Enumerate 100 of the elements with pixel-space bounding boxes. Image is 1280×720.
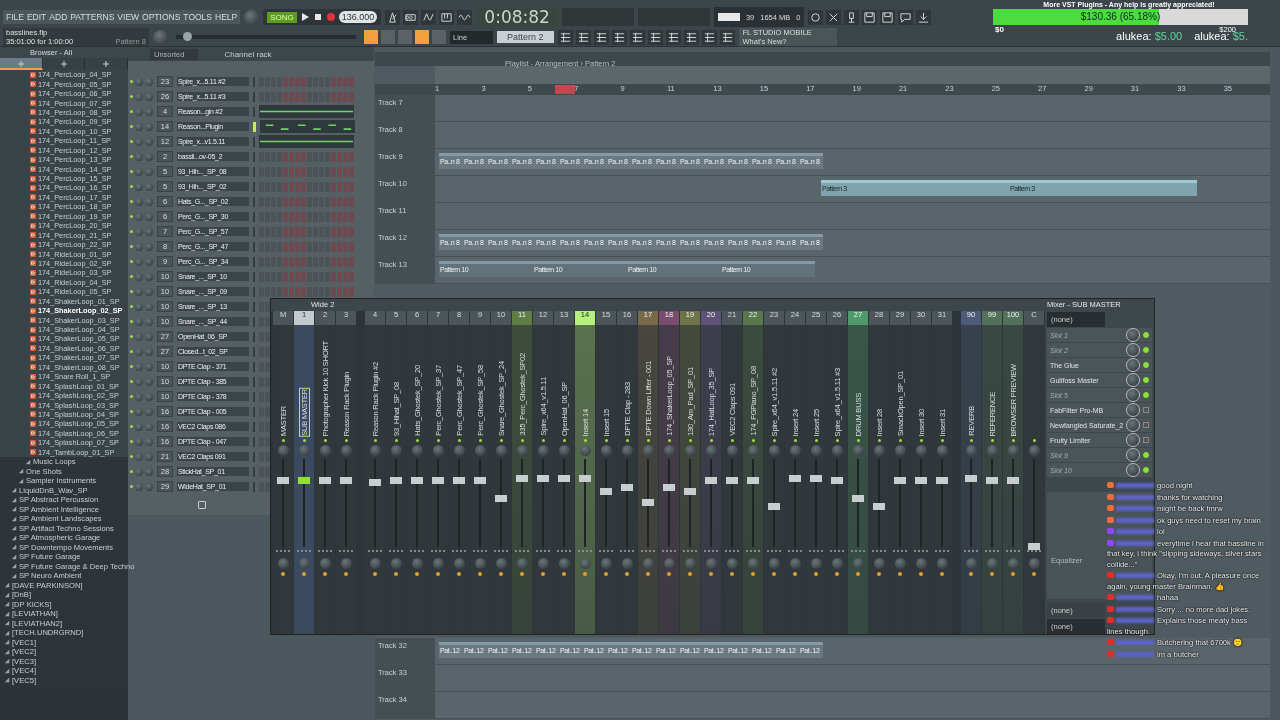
mixer-track-led[interactable] xyxy=(604,439,608,442)
step-button[interactable] xyxy=(265,406,270,417)
mixer-track-led[interactable] xyxy=(323,439,327,442)
slot-enable-led[interactable] xyxy=(1143,332,1150,338)
stereo-link-dots[interactable] xyxy=(725,550,739,555)
mixer-track-led[interactable] xyxy=(562,439,566,442)
step-button[interactable] xyxy=(331,151,336,162)
step-button[interactable] xyxy=(349,76,354,87)
step-button[interactable] xyxy=(289,256,294,267)
mixer-track-led[interactable] xyxy=(856,439,860,442)
ratio-icon[interactable] xyxy=(421,9,437,25)
step-button[interactable] xyxy=(343,151,348,162)
step-button[interactable] xyxy=(289,166,294,177)
step-button[interactable] xyxy=(337,196,342,207)
stereo-link-dots[interactable] xyxy=(276,550,290,555)
step-button[interactable] xyxy=(337,181,342,192)
mix-knob[interactable] xyxy=(1126,463,1141,477)
step-button[interactable] xyxy=(289,226,294,237)
mix-knob[interactable] xyxy=(1126,418,1141,432)
stereo-link-dots[interactable] xyxy=(515,550,529,555)
send-knob[interactable] xyxy=(390,558,402,569)
step-button[interactable] xyxy=(289,211,294,222)
master-volume-knob[interactable] xyxy=(244,9,260,25)
send-knob[interactable] xyxy=(579,558,591,569)
volume-fader[interactable] xyxy=(789,475,801,483)
step-button[interactable] xyxy=(343,226,348,237)
channel-mute-led[interactable] xyxy=(130,290,133,293)
song-position-handle[interactable] xyxy=(183,32,193,41)
stereo-link-dots[interactable] xyxy=(494,550,508,555)
send-knob[interactable] xyxy=(768,558,780,569)
mixer-track-led[interactable] xyxy=(583,439,587,442)
step-button[interactable] xyxy=(343,76,348,87)
mixer-track-led[interactable] xyxy=(751,439,755,442)
send-knob[interactable] xyxy=(1007,558,1019,569)
step-button[interactable] xyxy=(283,226,288,237)
step-button[interactable] xyxy=(265,286,270,297)
stereo-link-dots[interactable] xyxy=(536,550,550,555)
step-button[interactable] xyxy=(277,286,282,297)
step-button[interactable] xyxy=(289,151,294,162)
step-button[interactable] xyxy=(301,271,306,282)
send-knob[interactable] xyxy=(642,558,654,569)
step-button[interactable] xyxy=(331,271,336,282)
step-button[interactable] xyxy=(277,181,282,192)
step-button[interactable] xyxy=(301,241,306,252)
step-button[interactable] xyxy=(283,256,288,267)
step-button[interactable] xyxy=(325,256,330,267)
mixer-track-led[interactable] xyxy=(772,439,776,442)
snap-tool-button[interactable] xyxy=(398,30,412,44)
volume-fader[interactable] xyxy=(684,488,696,496)
channel-mute-led[interactable] xyxy=(130,440,133,443)
channel-mute-led[interactable] xyxy=(130,485,133,488)
step-button[interactable] xyxy=(301,181,306,192)
step-button[interactable] xyxy=(295,271,300,282)
mixer-track-led[interactable] xyxy=(990,439,994,442)
send-knob[interactable] xyxy=(319,558,331,569)
step-button[interactable] xyxy=(289,91,294,102)
mixer-track-led[interactable] xyxy=(835,439,839,442)
menu-item[interactable]: EDIT xyxy=(26,12,47,22)
step-button[interactable] xyxy=(295,286,300,297)
mixer-track-led[interactable] xyxy=(793,439,797,442)
step-button[interactable] xyxy=(283,181,288,192)
step-button[interactable] xyxy=(295,76,300,87)
mixer-track-led[interactable] xyxy=(373,439,377,442)
step-button[interactable] xyxy=(307,166,312,177)
stereo-link-dots[interactable] xyxy=(431,550,445,555)
step-button[interactable] xyxy=(301,91,306,102)
volume-fader[interactable] xyxy=(558,475,570,483)
send-knob[interactable] xyxy=(684,558,696,569)
step-button[interactable] xyxy=(295,151,300,162)
step-button[interactable] xyxy=(331,76,336,87)
step-button[interactable] xyxy=(343,181,348,192)
cross-icon[interactable] xyxy=(826,9,842,25)
mixer-track-led[interactable] xyxy=(478,439,482,442)
step-button[interactable] xyxy=(265,421,270,432)
step-button[interactable] xyxy=(349,151,354,162)
channel-mute-led[interactable] xyxy=(130,305,133,308)
send-knob[interactable] xyxy=(705,558,717,569)
channel-mute-led[interactable] xyxy=(130,245,133,248)
step-button[interactable] xyxy=(325,271,330,282)
stereo-link-dots[interactable] xyxy=(683,550,697,555)
step-button[interactable] xyxy=(307,256,312,267)
stereo-link-dots[interactable] xyxy=(809,550,823,555)
step-button[interactable] xyxy=(337,226,342,237)
stereo-link-dots[interactable] xyxy=(964,550,978,555)
send-knob[interactable] xyxy=(894,558,906,569)
snap-tool-button[interactable] xyxy=(432,30,446,44)
step-button[interactable] xyxy=(331,181,336,192)
piano-roll-preview[interactable] xyxy=(259,105,354,118)
step-button[interactable] xyxy=(343,166,348,177)
step-button[interactable] xyxy=(283,76,288,87)
mixer-track-led[interactable] xyxy=(919,439,923,442)
stereo-link-dots[interactable] xyxy=(297,550,311,555)
step-button[interactable] xyxy=(277,151,282,162)
step-button[interactable] xyxy=(277,271,282,282)
step-button[interactable] xyxy=(295,196,300,207)
mixer-track-led[interactable] xyxy=(898,439,902,442)
mix-knob[interactable] xyxy=(1126,358,1141,372)
menu-item[interactable]: PATTERNS xyxy=(70,12,115,22)
slot-enable-led[interactable] xyxy=(1143,377,1150,383)
step-button[interactable] xyxy=(337,286,342,297)
